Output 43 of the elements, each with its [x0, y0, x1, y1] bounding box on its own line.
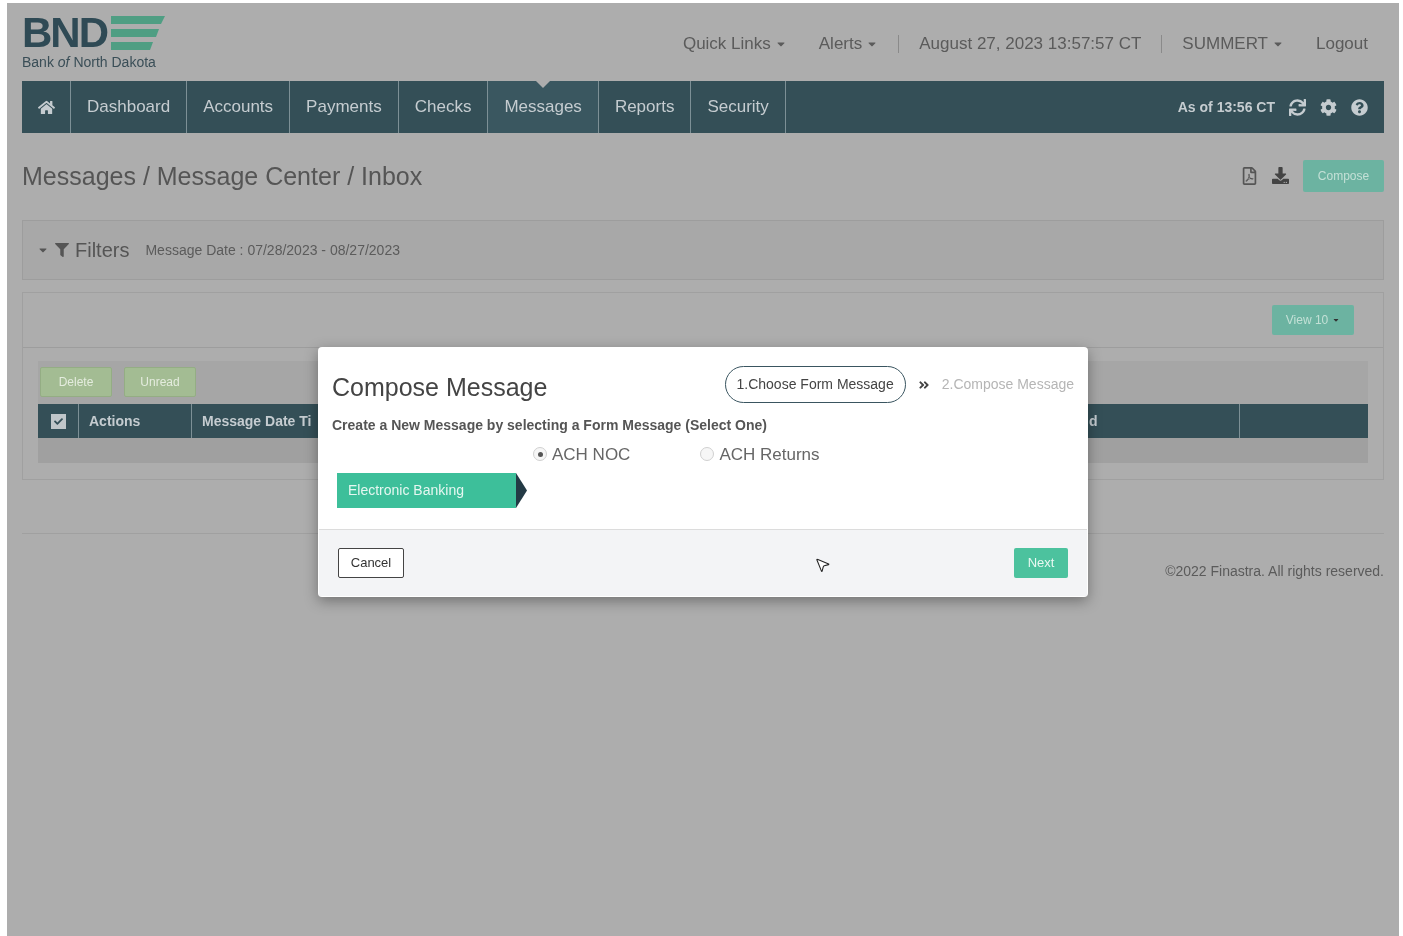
radio-button[interactable] — [700, 447, 715, 462]
download-icon[interactable] — [1272, 167, 1289, 184]
breadcrumb-title: Messages / Message Center / Inbox — [22, 160, 423, 192]
dropdown-link[interactable]: Quick Links — [666, 31, 803, 57]
dialog-instruction: Create a New Message by selecting a Form Message (Select One) — [331, 415, 768, 435]
logo-wordmark: BND — [22, 13, 107, 53]
column-header[interactable]: d — [1089, 410, 1098, 432]
nav-tab[interactable]: Dashboard — [71, 81, 188, 133]
active-caret-icon — [536, 81, 551, 88]
form-option[interactable]: ACH NOC — [533, 441, 631, 467]
double-chevron-icon — [917, 378, 930, 391]
refresh-icon[interactable] — [1289, 98, 1306, 116]
refresh-status: As of 13:56 CT — [1177, 97, 1275, 117]
select-all-checkbox[interactable] — [50, 413, 66, 429]
nav-tab[interactable]: Accounts — [187, 81, 291, 133]
home-icon — [37, 98, 55, 116]
logo-stripes-icon — [109, 16, 165, 50]
filter-summary: Message Date : 07/28/2023 - 08/27/2023 — [145, 240, 400, 260]
radio-button[interactable] — [533, 447, 547, 462]
form-option[interactable]: ACH Returns — [700, 441, 820, 467]
nav-tab[interactable]: Reports — [598, 81, 692, 133]
dropdown-link[interactable]: Alerts — [802, 31, 895, 57]
nav-tab[interactable]: Payments — [290, 81, 399, 133]
nav-tab[interactable]: Security — [691, 81, 786, 133]
logo-tagline: Bank of North Dakota — [22, 53, 157, 71]
arrow-tip-icon — [516, 472, 527, 508]
copyright-text: ©2022 Finastra. All rights reserved. — [1165, 562, 1384, 581]
pdf-icon[interactable] — [1241, 166, 1258, 185]
wizard-step: 2.Compose Message — [941, 374, 1074, 395]
logout-link[interactable]: Logout — [1300, 31, 1384, 57]
cancel-button[interactable]: Cancel — [338, 548, 404, 578]
date-time: August 27, 2023 13:57:57 CT — [918, 33, 1143, 55]
column-header[interactable]: Actions — [89, 410, 141, 432]
dropdown-link[interactable]: SUMMERT — [1166, 31, 1300, 57]
filters-title[interactable]: Filters — [75, 235, 130, 265]
column-header[interactable]: Message Date Ti — [202, 410, 312, 432]
check-icon — [53, 416, 63, 426]
filter-icon — [55, 243, 69, 257]
help-icon[interactable] — [1351, 98, 1368, 116]
settings-icon[interactable] — [1320, 98, 1337, 116]
nav-tab[interactable]: Messages — [488, 81, 599, 133]
dialog-title: Compose Message — [332, 372, 548, 403]
caret-down-icon — [1332, 316, 1341, 324]
